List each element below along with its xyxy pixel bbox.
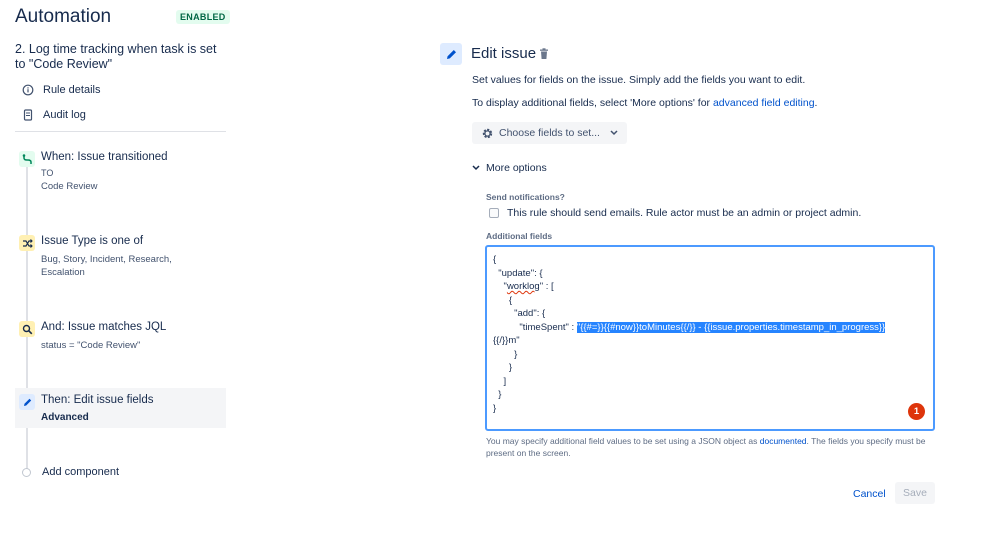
documented-link[interactable]: documented [760, 436, 807, 446]
selected-text: "{{#=}}{{#now}}toMinutes{{/}} - {{issue.… [576, 321, 886, 333]
send-emails-checkbox[interactable] [489, 208, 499, 218]
component-subtitle: status = "Code Review" [41, 340, 141, 351]
nav-label: Rule details [43, 84, 101, 96]
status-badge: ENABLED [176, 10, 230, 24]
additional-fields-label: Additional fields [486, 231, 553, 241]
component-subtitle: Escalation [41, 267, 85, 278]
send-notifications-label: Send notifications? [486, 192, 565, 202]
add-component-button[interactable]: Add component [22, 466, 119, 478]
component-action-edit-issue[interactable]: Then: Edit issue fields Advanced [15, 388, 226, 428]
desc-text: To display additional fields, select 'Mo… [472, 97, 713, 109]
gear-icon [481, 127, 494, 140]
json-line: " [493, 281, 507, 292]
desc-text: . [814, 97, 818, 109]
json-line: { [493, 254, 497, 265]
send-emails-row[interactable]: This rule should send emails. Rule actor… [489, 207, 861, 219]
additional-fields-helper: You may specify additional field values … [486, 435, 936, 459]
choose-fields-label: Choose fields to set... [499, 127, 600, 139]
divider [15, 131, 226, 132]
more-options-toggle[interactable]: More options [472, 162, 547, 174]
component-subtitle: Bug, Story, Incident, Research, [41, 254, 172, 265]
json-line: } [493, 402, 497, 414]
pencil-icon [19, 394, 35, 410]
rule-sidebar: Automation ENABLED 2. Log time tracking … [0, 0, 240, 541]
component-title: When: Issue transitioned [41, 151, 168, 163]
send-emails-label: This rule should send emails. Rule actor… [507, 207, 862, 219]
cancel-button[interactable]: Cancel [848, 484, 891, 504]
helper-text: You may specify additional field values … [486, 436, 760, 446]
choose-fields-button[interactable]: Choose fields to set... [472, 122, 627, 144]
search-icon [19, 321, 35, 337]
nav-rule-details[interactable]: Rule details [22, 81, 100, 99]
save-button[interactable]: Save [895, 482, 935, 504]
rule-name[interactable]: 2. Log time tracking when task is set to… [15, 42, 230, 72]
component-trigger[interactable]: When: Issue transitioned TO Code Review [15, 151, 226, 192]
json-content: { "update": { "worklog" : [ { "add": { "… [493, 253, 886, 415]
json-line: ] [493, 375, 507, 387]
json-line: "add": { [493, 308, 546, 319]
json-line: } [493, 389, 502, 400]
add-component-label: Add component [42, 466, 120, 478]
nav-label: Audit log [43, 109, 86, 121]
document-icon [22, 109, 34, 121]
json-line: { [493, 294, 513, 306]
page-title: Automation [15, 6, 112, 27]
more-options-label: More options [486, 162, 547, 174]
panel-description-advanced: To display additional fields, select 'Mo… [472, 97, 817, 109]
json-line: } [493, 362, 513, 373]
component-title: Then: Edit issue fields [41, 394, 154, 406]
shuffle-icon [19, 235, 35, 251]
spellcheck-word: worklog [506, 281, 540, 292]
chevron-down-icon [610, 130, 618, 136]
info-icon [22, 84, 34, 96]
component-subtitle: Advanced [41, 412, 89, 423]
component-title: And: Issue matches JQL [41, 321, 167, 333]
pencil-icon [440, 43, 462, 65]
panel-title: Edit issue [471, 45, 537, 62]
component-subtitle: TO [41, 168, 54, 178]
json-line: "update": { [493, 267, 543, 279]
component-title: Issue Type is one of [41, 235, 144, 247]
panel-description: Set values for fields on the issue. Simp… [472, 74, 806, 86]
chevron-down-icon [472, 165, 480, 171]
advanced-field-editing-link[interactable]: advanced field editing [713, 97, 815, 109]
nav-audit-log[interactable]: Audit log [22, 106, 86, 124]
component-condition-jql[interactable]: And: Issue matches JQL status = "Code Re… [15, 321, 226, 351]
json-line: "timeSpent" : [493, 321, 577, 333]
component-condition-issue-type[interactable]: Issue Type is one of Bug, Story, Inciden… [15, 235, 226, 278]
json-line: " : [ [539, 281, 554, 292]
json-line: } [493, 348, 518, 360]
additional-fields-editor[interactable]: { "update": { "worklog" : [ { "add": { "… [485, 245, 935, 431]
component-subtitle: Code Review [41, 181, 98, 192]
trash-icon[interactable] [539, 47, 549, 65]
error-count-badge[interactable]: 1 [908, 403, 925, 420]
json-line: {{/}}m" [493, 335, 520, 346]
add-dot-icon [22, 467, 31, 477]
transition-icon [19, 151, 35, 167]
